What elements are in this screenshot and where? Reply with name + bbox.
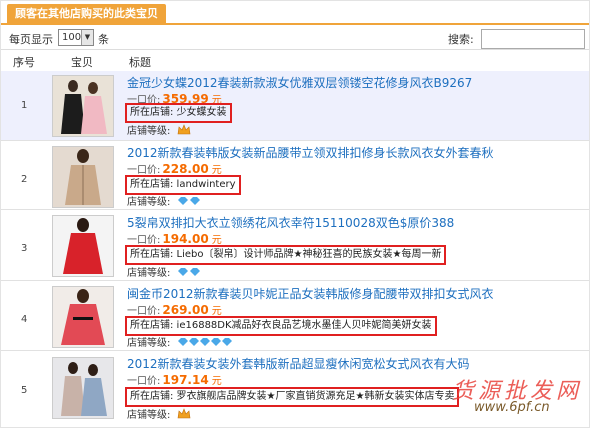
per-page-unit: 条: [98, 33, 109, 46]
product-thumbnail[interactable]: [52, 75, 114, 137]
grade-label: 店铺等级:: [127, 126, 171, 137]
row-index: 4: [21, 314, 28, 325]
currency-label: 元: [211, 376, 222, 387]
column-header-item: 宝贝: [71, 56, 93, 69]
diamond-icon: [177, 337, 233, 350]
product-title-link[interactable]: 5裂帛双排扣大衣立领绣花风衣幸符15110028双色$原价388: [127, 214, 454, 231]
product-title-link[interactable]: 2012新款春装女装外套韩版新品超显瘦休闲宽松女式风衣有大码: [127, 355, 470, 372]
price-value: 197.14: [162, 373, 209, 387]
per-page-select[interactable]: 100 ▼: [58, 29, 94, 46]
product-thumbnail[interactable]: [52, 146, 114, 208]
row-index: 1: [21, 100, 28, 111]
shop-grade: 店铺等级:: [127, 334, 233, 350]
shop-grade: 店铺等级:: [127, 122, 191, 139]
row-index: 5: [21, 385, 28, 396]
product-title-link[interactable]: 金冠少女蝶2012春装新款淑女优雅双层领镂空花修身风衣B9267: [127, 74, 472, 91]
table-row: 1 金冠少女蝶2012春装新款淑女优雅双层领镂空花修身风衣B9267 一口价: 3…: [1, 71, 589, 141]
price-line: 一口价: 269.00 元: [127, 302, 222, 317]
product-thumbnail[interactable]: [52, 215, 114, 277]
table-row: 3 5裂帛双排扣大衣立领绣花风衣幸符15110028双色$原价388 一口价: 1…: [1, 210, 589, 281]
grade-label: 店铺等级:: [127, 268, 171, 279]
price-line: 一口价: 194.00 元: [127, 231, 222, 246]
column-header-index: 序号: [13, 56, 35, 69]
price-value: 194.00: [162, 232, 209, 246]
similar-items-panel: 顾客在其他店购买的此类宝贝 每页显示 100 ▼ 条 搜索: 序号 宝贝 标题 …: [0, 0, 590, 428]
row-index: 3: [21, 243, 28, 254]
per-page-value: 100: [62, 32, 82, 43]
price-line: 一口价: 228.00 元: [127, 161, 222, 176]
watermark-url: www.6pf.cn: [474, 400, 550, 415]
price-line: 一口价: 197.14 元: [127, 372, 222, 387]
table-header: 序号 宝贝 标题: [1, 49, 589, 72]
shop-name-link[interactable]: 所在店铺: 少女蝶女装: [125, 103, 232, 123]
shop-name-link[interactable]: 所在店铺: 罗衣旗舰店品牌女装★厂家直销货源充足★韩新女装实体店专卖: [125, 387, 460, 407]
price-value: 228.00: [162, 162, 209, 176]
product-thumbnail[interactable]: [52, 286, 114, 348]
product-title-link[interactable]: 2012新款春装韩版女装新品腰带立领双排扣修身长款风衣女外套春秋: [127, 144, 494, 161]
shop-name-link[interactable]: 所在店铺: landwintery: [125, 175, 241, 195]
toolbar: 每页显示 100 ▼ 条 搜索:: [1, 25, 589, 49]
shop-name-link[interactable]: 所在店铺: ie16888DK减品好衣良品艺境水墨佳人贝咔妮简美妍女装: [125, 316, 437, 336]
chevron-down-icon[interactable]: ▼: [81, 30, 93, 45]
grade-label: 店铺等级:: [127, 197, 171, 208]
diamond-icon: [177, 196, 201, 209]
crown-icon: [177, 123, 191, 139]
grade-label: 店铺等级:: [127, 410, 171, 421]
shop-grade: 店铺等级:: [127, 193, 201, 209]
crown-icon: [177, 407, 191, 423]
row-index: 2: [21, 174, 28, 185]
price-value: 269.00: [162, 303, 209, 317]
shop-grade: 店铺等级:: [127, 264, 201, 280]
column-header-title: 标题: [129, 56, 151, 69]
product-title-link[interactable]: 闽金币2012新款春装贝咔妮正品女装韩版修身配腰带双排扣女式风衣: [127, 285, 494, 302]
tab-similar-items[interactable]: 顾客在其他店购买的此类宝贝: [7, 4, 166, 23]
table-row: 4 闽金币2012新款春装贝咔妮正品女装韩版修身配腰带双排扣女式风衣 一口价: 2…: [1, 281, 589, 351]
per-page-label: 每页显示: [9, 33, 53, 46]
table-row: 2 2012新款春装韩版女装新品腰带立领双排扣修身长款风衣女外套春秋 一口价: 2…: [1, 141, 589, 210]
price-label: 一口价:: [127, 376, 161, 387]
shop-grade: 店铺等级:: [127, 406, 191, 423]
product-thumbnail[interactable]: [52, 357, 114, 419]
shop-name-link[interactable]: 所在店铺: Liebo〔裂帛〕设计师品牌★神秘狂喜的民族女装★每周一新: [125, 245, 447, 265]
search-input[interactable]: [481, 29, 585, 49]
grade-label: 店铺等级:: [127, 338, 171, 349]
search-label: 搜索:: [448, 33, 474, 46]
diamond-icon: [177, 267, 201, 280]
